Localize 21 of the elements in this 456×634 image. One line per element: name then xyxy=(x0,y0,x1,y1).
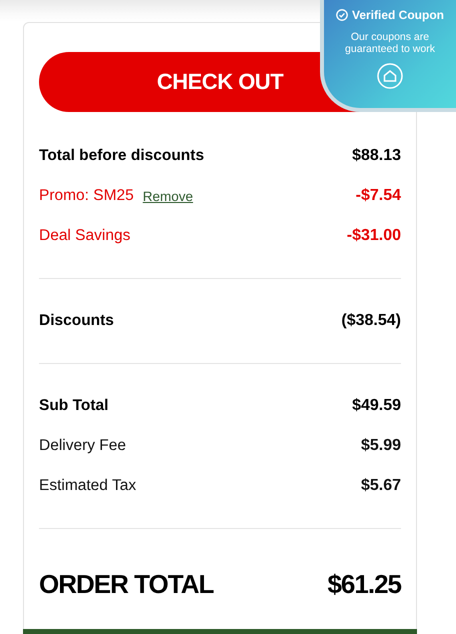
summary-label: Deal Savings xyxy=(39,227,130,245)
summary-amount: $5.99 xyxy=(360,437,401,455)
summary-amount: ($38.54) xyxy=(341,312,401,330)
remove-link[interactable]: Remove xyxy=(142,188,194,204)
badge-title: Verified Coupon xyxy=(352,8,444,22)
summary-label: Discounts xyxy=(39,312,114,330)
summary-label: Total before discounts xyxy=(39,147,204,165)
summary-label: Estimated Tax xyxy=(39,477,136,495)
summary-amount: $88.13 xyxy=(352,147,401,165)
summary-amount: -$7.54 xyxy=(356,187,401,205)
check-circle-icon xyxy=(336,9,348,21)
summary-amount: $49.59 xyxy=(352,397,401,415)
summary-amount: -$31.00 xyxy=(346,227,401,245)
summary-amount: $5.67 xyxy=(360,477,401,495)
badge-text: Our coupons are guaranteed to work xyxy=(344,31,436,55)
summary-label: Sub Total xyxy=(39,397,108,415)
summary-label: Promo: SM25 xyxy=(39,187,134,205)
order-total-amount: $61.25 xyxy=(327,569,401,600)
summary-label: Delivery Fee xyxy=(39,437,126,455)
house-icon xyxy=(377,63,403,89)
order-total-label: ORDER TOTAL xyxy=(39,569,214,600)
